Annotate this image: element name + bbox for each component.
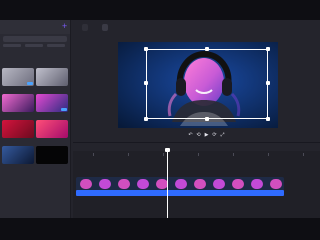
resize-handle[interactable] (266, 81, 270, 85)
media-thumbnail[interactable] (2, 68, 34, 86)
ruler-tick (198, 153, 199, 156)
video-track-frame (137, 179, 149, 189)
audio-track[interactable] (76, 190, 284, 196)
media-panel-title (3, 23, 53, 30)
resize-handle[interactable] (144, 47, 148, 51)
media-thumbnail[interactable] (36, 120, 68, 138)
media-tab[interactable] (47, 44, 65, 47)
resize-handle[interactable] (266, 47, 270, 51)
media-thumbnail[interactable] (2, 146, 34, 164)
undo-icon[interactable]: ↶ (188, 133, 193, 138)
ruler-tick (268, 153, 269, 156)
ruler-tick (93, 153, 94, 156)
video-track-frame (80, 179, 92, 189)
video-track[interactable] (76, 177, 284, 191)
ruler-tick (128, 153, 129, 156)
media-panel-header: + (0, 20, 70, 34)
resize-handle[interactable] (205, 117, 209, 121)
media-thumbnail[interactable] (2, 120, 34, 138)
media-tab[interactable] (3, 44, 21, 47)
preview-toolbar (73, 21, 320, 33)
timeline-timecode (195, 144, 225, 150)
tab-aspect-ratio[interactable] (102, 24, 108, 31)
tab-project[interactable] (82, 24, 88, 31)
play-icon[interactable]: ▶ (204, 133, 209, 138)
resize-handle[interactable] (144, 117, 148, 121)
ruler-tick (233, 153, 234, 156)
media-panel: + (0, 20, 71, 218)
video-track-frame (194, 179, 206, 189)
resize-handle[interactable] (205, 47, 209, 51)
fullscreen-icon[interactable]: ⤢ (220, 133, 225, 138)
media-search-input[interactable] (3, 36, 67, 42)
ruler-tick (163, 153, 164, 156)
video-track-frame (213, 179, 225, 189)
playhead[interactable] (167, 150, 168, 218)
timeline-ruler[interactable] (73, 153, 320, 159)
video-track-frame (99, 179, 111, 189)
top-bar (0, 0, 320, 20)
screen: + ↶ ⟲ ▶ ⟳ ⤢ (0, 0, 320, 240)
media-badge (61, 108, 67, 111)
video-track-frame (251, 179, 263, 189)
video-track-frame (175, 179, 187, 189)
media-tab[interactable] (25, 44, 43, 47)
media-thumbnail[interactable] (36, 146, 68, 164)
resize-handle[interactable] (144, 81, 148, 85)
media-filter-tabs (3, 44, 67, 49)
resize-handle[interactable] (266, 117, 270, 121)
plus-icon[interactable]: + (61, 23, 68, 30)
rewind-icon[interactable]: ⟲ (196, 133, 201, 138)
media-thumbnail[interactable] (36, 68, 68, 86)
media-badge (27, 82, 33, 85)
video-track-frame (232, 179, 244, 189)
timeline-toolbar (73, 143, 320, 151)
selection-box[interactable] (146, 49, 268, 119)
playback-controls: ↶ ⟲ ▶ ⟳ ⤢ (188, 132, 233, 140)
media-thumbnail[interactable] (2, 94, 34, 112)
video-track-frame (118, 179, 130, 189)
bottom-bar (0, 218, 320, 240)
media-thumbnail[interactable] (36, 94, 68, 112)
ruler-tick (303, 153, 304, 156)
video-track-frame (270, 179, 282, 189)
forward-icon[interactable]: ⟳ (212, 133, 217, 138)
